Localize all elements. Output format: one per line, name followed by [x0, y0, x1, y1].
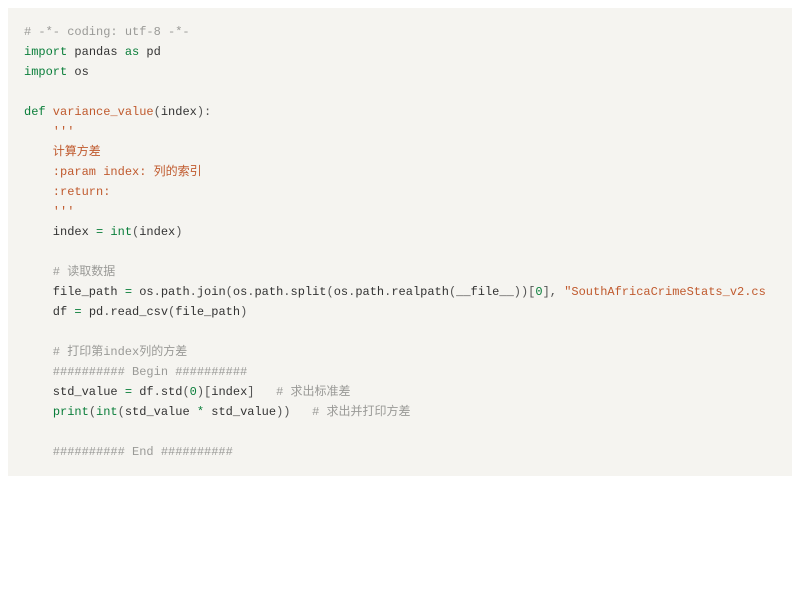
- punct: ):: [197, 105, 211, 119]
- identifier: std: [161, 385, 183, 399]
- keyword-import: import: [24, 45, 67, 59]
- comment: # 读取数据: [24, 265, 115, 279]
- builtin-int: int: [110, 225, 132, 239]
- punct: (: [226, 285, 233, 299]
- operator: =: [125, 285, 132, 299]
- identifier: os: [233, 285, 247, 299]
- comment: # 求出标准差: [276, 385, 350, 399]
- identifier: pandas: [67, 45, 125, 59]
- punct: (: [89, 405, 96, 419]
- punct: ): [175, 225, 182, 239]
- builtin-int: int: [96, 405, 118, 419]
- keyword-as: as: [125, 45, 139, 59]
- identifier: realpath: [391, 285, 449, 299]
- identifier: path: [254, 285, 283, 299]
- punct: (: [118, 405, 125, 419]
- identifier: join: [197, 285, 226, 299]
- comment-marker: ########## End ##########: [24, 445, 233, 459]
- identifier: read_csv: [110, 305, 168, 319]
- builtin-print: print: [53, 405, 89, 419]
- punct: .: [283, 285, 290, 299]
- code-text: df: [132, 385, 154, 399]
- punct: (: [182, 385, 189, 399]
- string-literal: "SouthAfricaCrimeStats_v2.cs: [564, 285, 766, 299]
- identifier: file_path: [175, 305, 240, 319]
- punct: .: [154, 385, 161, 399]
- number: 0: [535, 285, 542, 299]
- code-text: pd: [82, 305, 104, 319]
- docstring-line: :param index: 列的索引: [24, 165, 202, 179]
- punct: (: [327, 285, 334, 299]
- comment: # 求出并打印方差: [312, 405, 410, 419]
- function-name: variance_value: [46, 105, 154, 119]
- parameter: index: [161, 105, 197, 119]
- code-text: os: [132, 285, 154, 299]
- operator: =: [74, 305, 81, 319]
- keyword-def: def: [24, 105, 46, 119]
- identifier: pd: [139, 45, 161, 59]
- identifier: index: [211, 385, 247, 399]
- identifier: std_value: [204, 405, 276, 419]
- identifier: index: [139, 225, 175, 239]
- identifier: path: [161, 285, 190, 299]
- keyword-import: import: [24, 65, 67, 79]
- punct: .: [190, 285, 197, 299]
- docstring-line: :return:: [24, 185, 110, 199]
- identifier: __file__: [456, 285, 514, 299]
- punct: ))[: [514, 285, 536, 299]
- punct: ]: [247, 385, 276, 399]
- code-block: # -*- coding: utf-8 -*- import pandas as…: [8, 8, 792, 476]
- docstring-line: 计算方差: [24, 145, 101, 159]
- comment: # 打印第index列的方差: [24, 345, 187, 359]
- code-text: df: [24, 305, 74, 319]
- indent: [24, 405, 53, 419]
- punct: ],: [543, 285, 565, 299]
- code-text: std_value: [24, 385, 125, 399]
- number: 0: [190, 385, 197, 399]
- comment-marker: ########## Begin ##########: [24, 365, 247, 379]
- code-text: index: [24, 225, 96, 239]
- identifier: std_value: [125, 405, 197, 419]
- punct: .: [154, 285, 161, 299]
- punct: (: [154, 105, 161, 119]
- code-line: # -*- coding: utf-8 -*-: [24, 25, 190, 39]
- punct: )): [276, 405, 312, 419]
- punct: )[: [197, 385, 211, 399]
- docstring-quote: ''': [24, 125, 74, 139]
- identifier: path: [355, 285, 384, 299]
- operator: *: [197, 405, 204, 419]
- identifier: os: [334, 285, 348, 299]
- punct: ): [240, 305, 247, 319]
- code-text: file_path: [24, 285, 125, 299]
- identifier: split: [291, 285, 327, 299]
- docstring-quote: ''': [24, 205, 74, 219]
- identifier: os: [67, 65, 89, 79]
- operator: =: [125, 385, 132, 399]
